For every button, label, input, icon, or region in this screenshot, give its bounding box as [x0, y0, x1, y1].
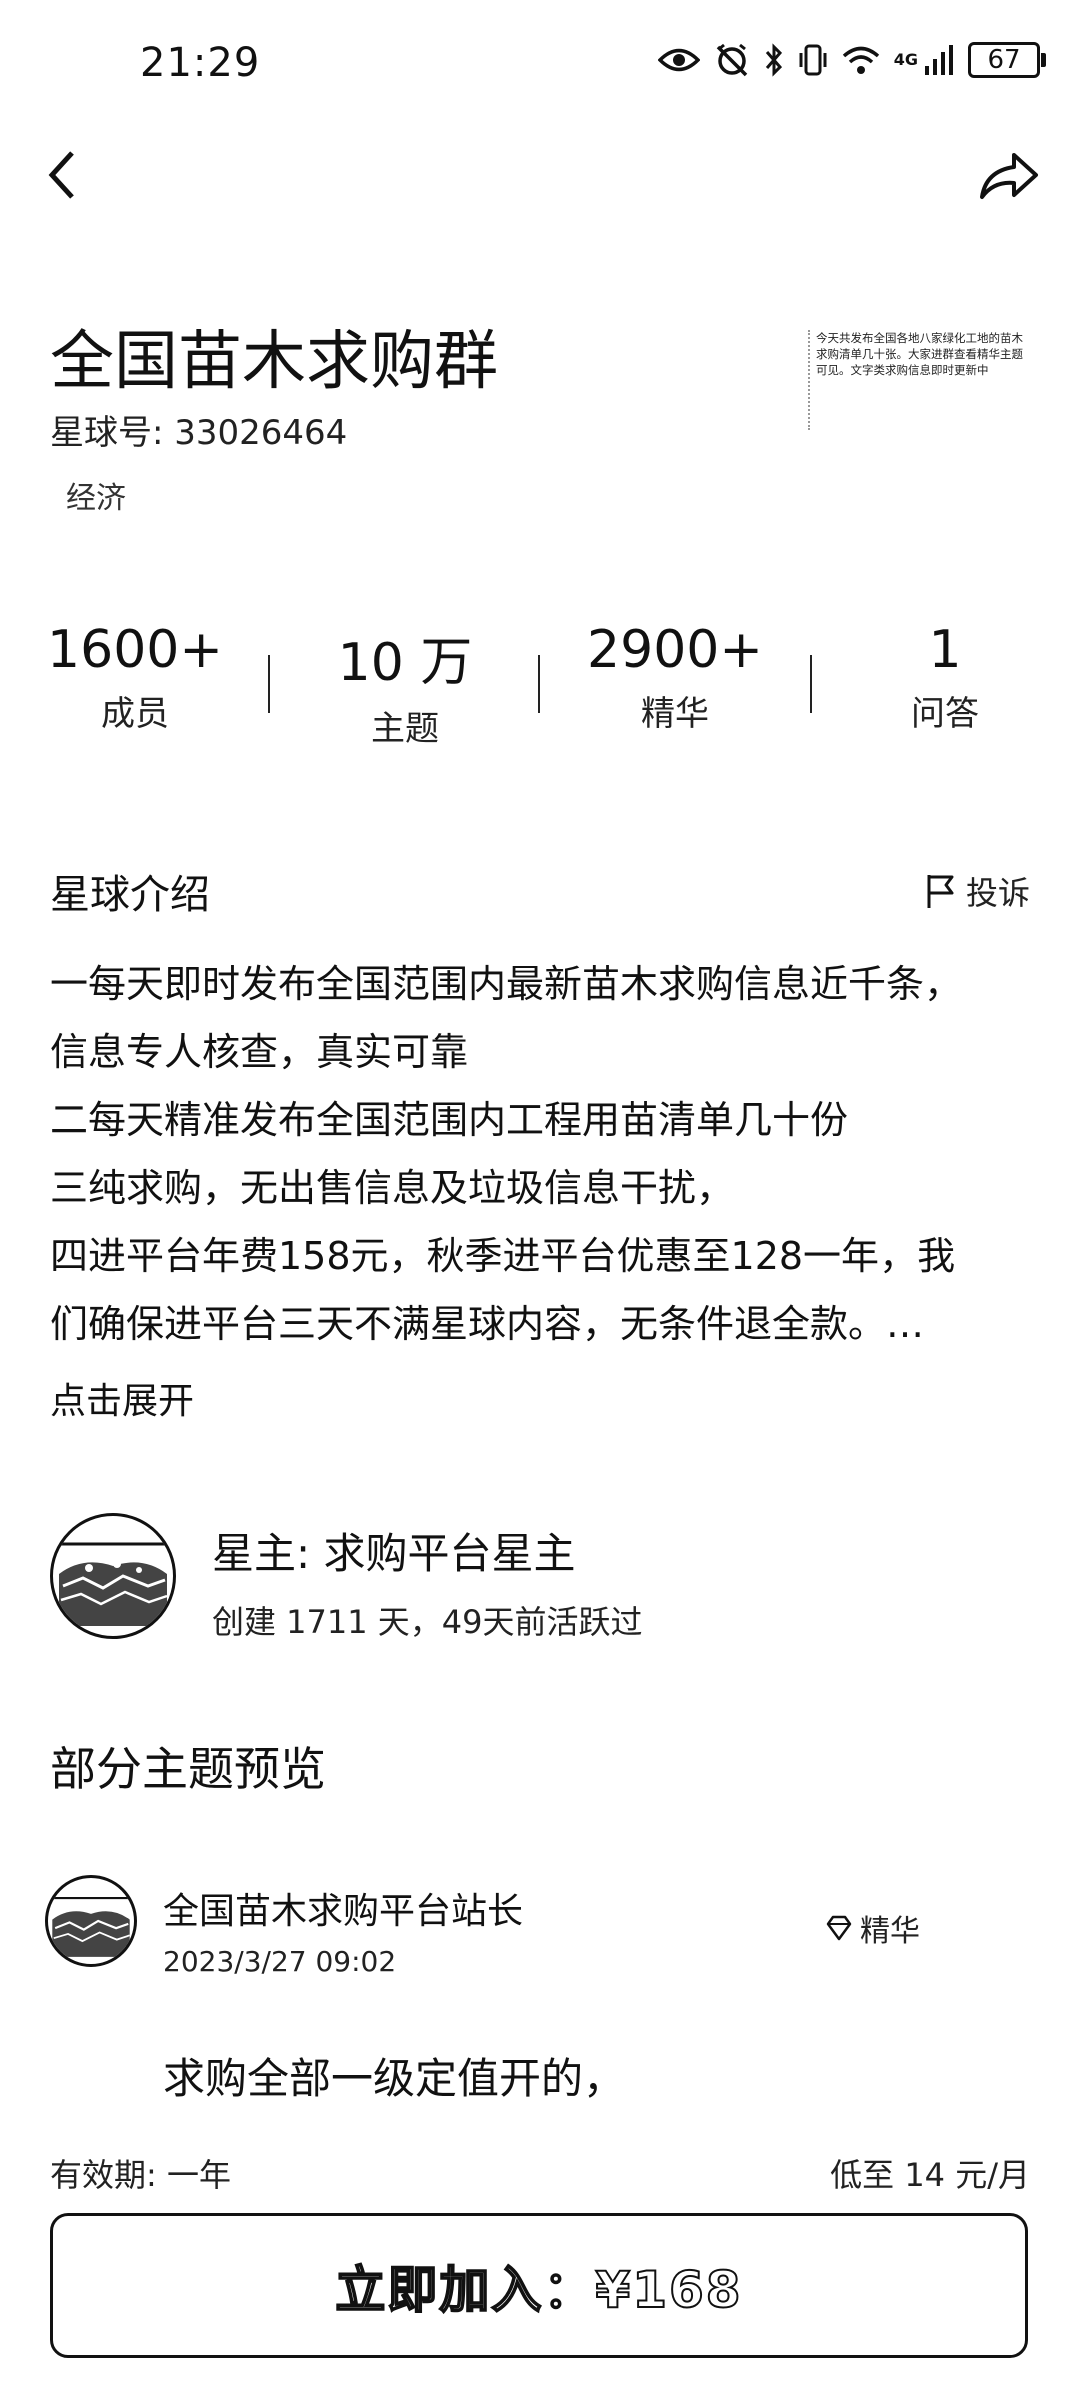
signal-icon [925, 45, 953, 75]
intro-heading: 星球介绍 [50, 872, 210, 918]
group-cover-image: 今天共发布全国各地八家绿化工地的苗木求购清单几十张。大家进群查看精华主题可见。文… [808, 330, 1028, 430]
eye-icon [657, 48, 700, 72]
join-button[interactable]: 立即加入：¥168 [50, 2213, 1028, 2358]
stat-divider [268, 655, 270, 713]
validity-period: 有效期: 一年 [50, 2156, 231, 2194]
avatar-image [48, 1896, 134, 1957]
digest-label: 精华 [860, 1914, 920, 1949]
monthly-price: 低至 14 元/月 [830, 2156, 1030, 2194]
group-id: 星球号: 33026464 [50, 413, 348, 453]
chevron-left-icon [48, 151, 74, 199]
digest-badge: 精华 [824, 1906, 920, 1950]
intro-line: 一每天即时发布全国范围内最新苗木求购信息近千条， [50, 962, 963, 1006]
stat-value: 2900+ [587, 620, 763, 680]
network-type: 4G [893, 50, 918, 69]
intro-line: 信息专人核查，真实可靠 [50, 1030, 469, 1074]
group-category-tag[interactable]: 经济 [66, 473, 126, 517]
diamond-icon [826, 1915, 852, 1941]
battery-icon: 67 [968, 42, 1046, 78]
owner-meta: 创建 1711 天，49天前活跃过 [212, 1603, 643, 1641]
owner-avatar[interactable] [50, 1513, 176, 1639]
post-body[interactable]: 求购全部一级定值开的， [163, 2045, 625, 2106]
stat-divider [538, 655, 540, 713]
alarm-off-icon [716, 43, 747, 77]
share-icon [980, 153, 1038, 199]
stat-members[interactable]: 1600+ 成员 [25, 620, 245, 750]
stat-digest[interactable]: 2900+ 精华 [565, 620, 785, 750]
stat-qa[interactable]: 1 问答 [835, 620, 1055, 750]
stat-label: 精华 [641, 694, 709, 734]
expand-link[interactable]: 点击展开 [50, 1372, 194, 1424]
status-time: 21:29 [140, 40, 261, 86]
vibrate-icon [799, 44, 827, 76]
intro-body: 一每天即时发布全国范围内最新苗木求购信息近千条， 信息专人核查，真实可靠 二每天… [50, 950, 1040, 1358]
stat-value: 1600+ [47, 620, 223, 680]
intro-line: 二每天精准发布全国范围内工程用苗清单几十份 [50, 1098, 849, 1142]
intro-line: 四进平台年费158元，秋季进平台优惠至128一年，我 [50, 1234, 956, 1278]
status-icons: 4G 67 [657, 42, 1046, 78]
post-author-name[interactable]: 全国苗木求购平台站长 [163, 1882, 523, 1934]
avatar-image [53, 1542, 173, 1626]
bluetooth-icon [765, 43, 782, 77]
post-author-avatar[interactable] [45, 1875, 137, 1967]
group-title: 全国苗木求购群 [50, 325, 498, 399]
stat-label: 成员 [101, 694, 169, 734]
stat-label: 主题 [371, 709, 439, 749]
stat-topics[interactable]: 10 万 主题 [295, 620, 515, 750]
preview-heading: 部分主题预览 [50, 1742, 326, 1796]
wifi-icon [842, 46, 879, 74]
report-label: 投诉 [965, 874, 1030, 912]
stat-value: 1 [928, 620, 962, 680]
intro-line: 三纯求购，无出售信息及垃圾信息干扰， [50, 1166, 735, 1210]
stat-value: 10 万 [337, 633, 473, 693]
owner-name[interactable]: 星主: 求购平台星主 [212, 1520, 576, 1581]
intro-line: 们确保进平台三天不满星球内容，无条件退全款。… [50, 1302, 925, 1346]
stats-row: 1600+ 成员 10 万 主题 2900+ 精华 1 问答 [0, 620, 1080, 750]
stat-divider [810, 655, 812, 713]
back-button[interactable] [42, 145, 82, 205]
report-button[interactable]: 投诉 [924, 868, 1030, 914]
stat-label: 问答 [911, 694, 979, 734]
share-button[interactable] [978, 145, 1040, 205]
flag-icon [927, 875, 954, 908]
post-date: 2023/3/27 09:02 [163, 1945, 397, 1978]
